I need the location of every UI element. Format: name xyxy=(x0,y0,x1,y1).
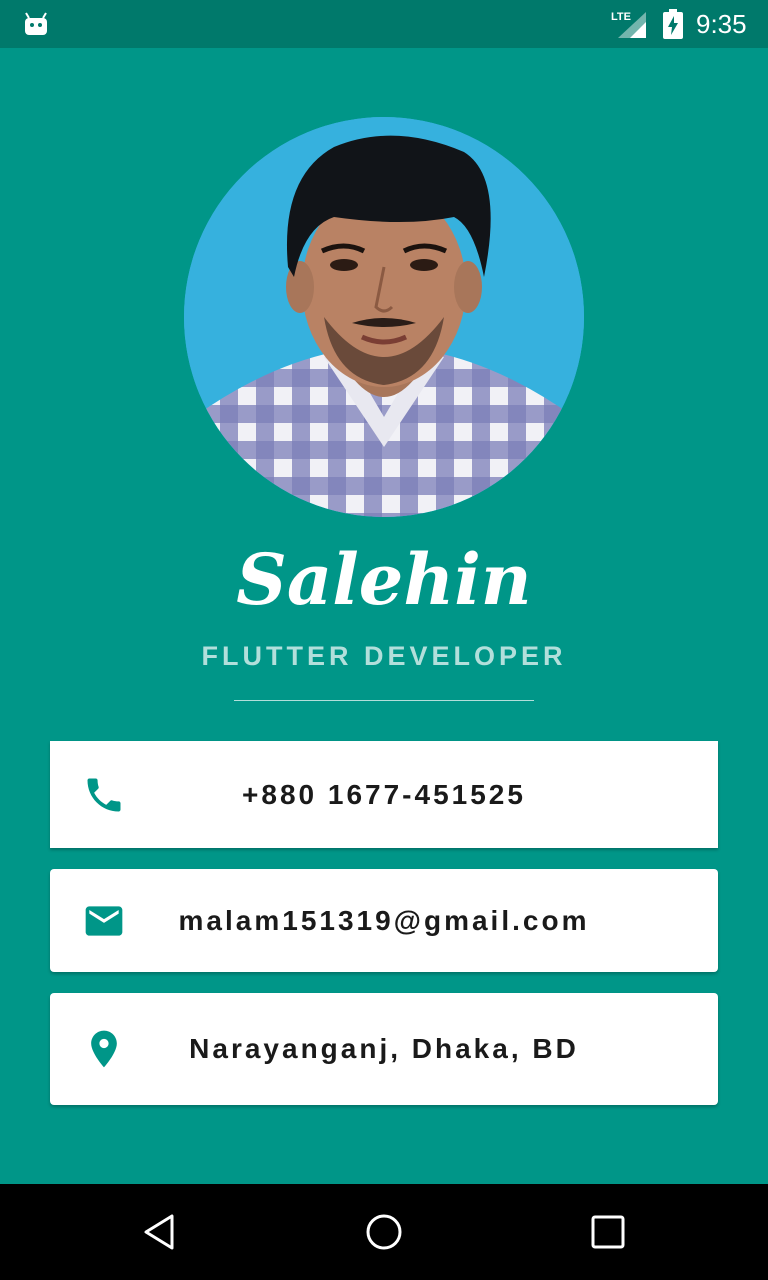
email-card[interactable]: malam151319@gmail.com xyxy=(50,869,718,972)
location-text: Narayanganj, Dhaka, BD xyxy=(189,1033,579,1064)
profile-avatar xyxy=(184,117,584,517)
location-card[interactable]: Narayanganj, Dhaka, BD xyxy=(50,993,718,1105)
status-bar: LTE 9:35 xyxy=(0,0,768,48)
recents-icon[interactable] xyxy=(588,1212,628,1252)
email-address: malam151319@gmail.com xyxy=(178,905,590,936)
home-icon[interactable] xyxy=(364,1212,404,1252)
battery-charging-icon xyxy=(663,9,683,39)
svg-text:LTE: LTE xyxy=(611,11,631,23)
profile-photo xyxy=(184,117,584,517)
phone-card[interactable]: +880 1677-451525 xyxy=(50,741,718,848)
android-debug-icon xyxy=(25,12,47,35)
status-time: 9:35 xyxy=(696,9,747,39)
profile-title: FLUTTER DEVELOPER xyxy=(201,641,567,671)
lte-signal-icon: LTE xyxy=(611,11,646,38)
navigation-bar xyxy=(0,1184,768,1280)
back-icon[interactable] xyxy=(140,1212,180,1252)
phone-number: +880 1677-451525 xyxy=(242,779,526,810)
divider xyxy=(234,700,534,701)
profile-name: Salehin xyxy=(236,538,532,621)
